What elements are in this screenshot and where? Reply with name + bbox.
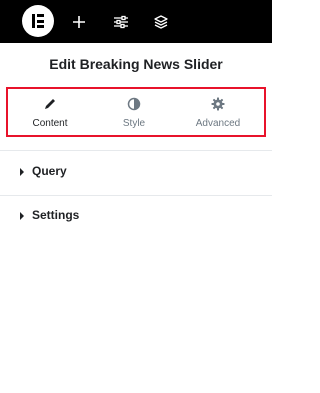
tab-style[interactable]: Style xyxy=(92,89,176,135)
panel-tabs: Content Style Advanced xyxy=(6,87,266,137)
tab-content[interactable]: Content xyxy=(8,89,92,135)
add-icon[interactable] xyxy=(68,11,90,33)
panel-title: Edit Breaking News Slider xyxy=(49,56,223,72)
section-query[interactable]: Query xyxy=(0,151,272,195)
section-settings-title: Settings xyxy=(32,208,80,222)
tab-content-label: Content xyxy=(32,118,68,129)
top-toolbar xyxy=(0,0,272,43)
caret-right-icon xyxy=(20,212,24,220)
caret-right-icon xyxy=(20,168,24,176)
pencil-icon xyxy=(8,97,92,111)
layers-icon[interactable] xyxy=(150,11,172,33)
tab-advanced-label: Advanced xyxy=(195,118,241,129)
settings-sliders-icon[interactable] xyxy=(110,11,132,33)
section-query-title: Query xyxy=(32,164,67,178)
tab-style-label: Style xyxy=(122,118,146,129)
half-circle-icon xyxy=(92,97,176,111)
gear-icon xyxy=(176,97,260,111)
tab-advanced[interactable]: Advanced xyxy=(176,89,260,135)
elementor-logo-icon[interactable] xyxy=(22,5,54,37)
section-settings[interactable]: Settings xyxy=(0,195,272,239)
